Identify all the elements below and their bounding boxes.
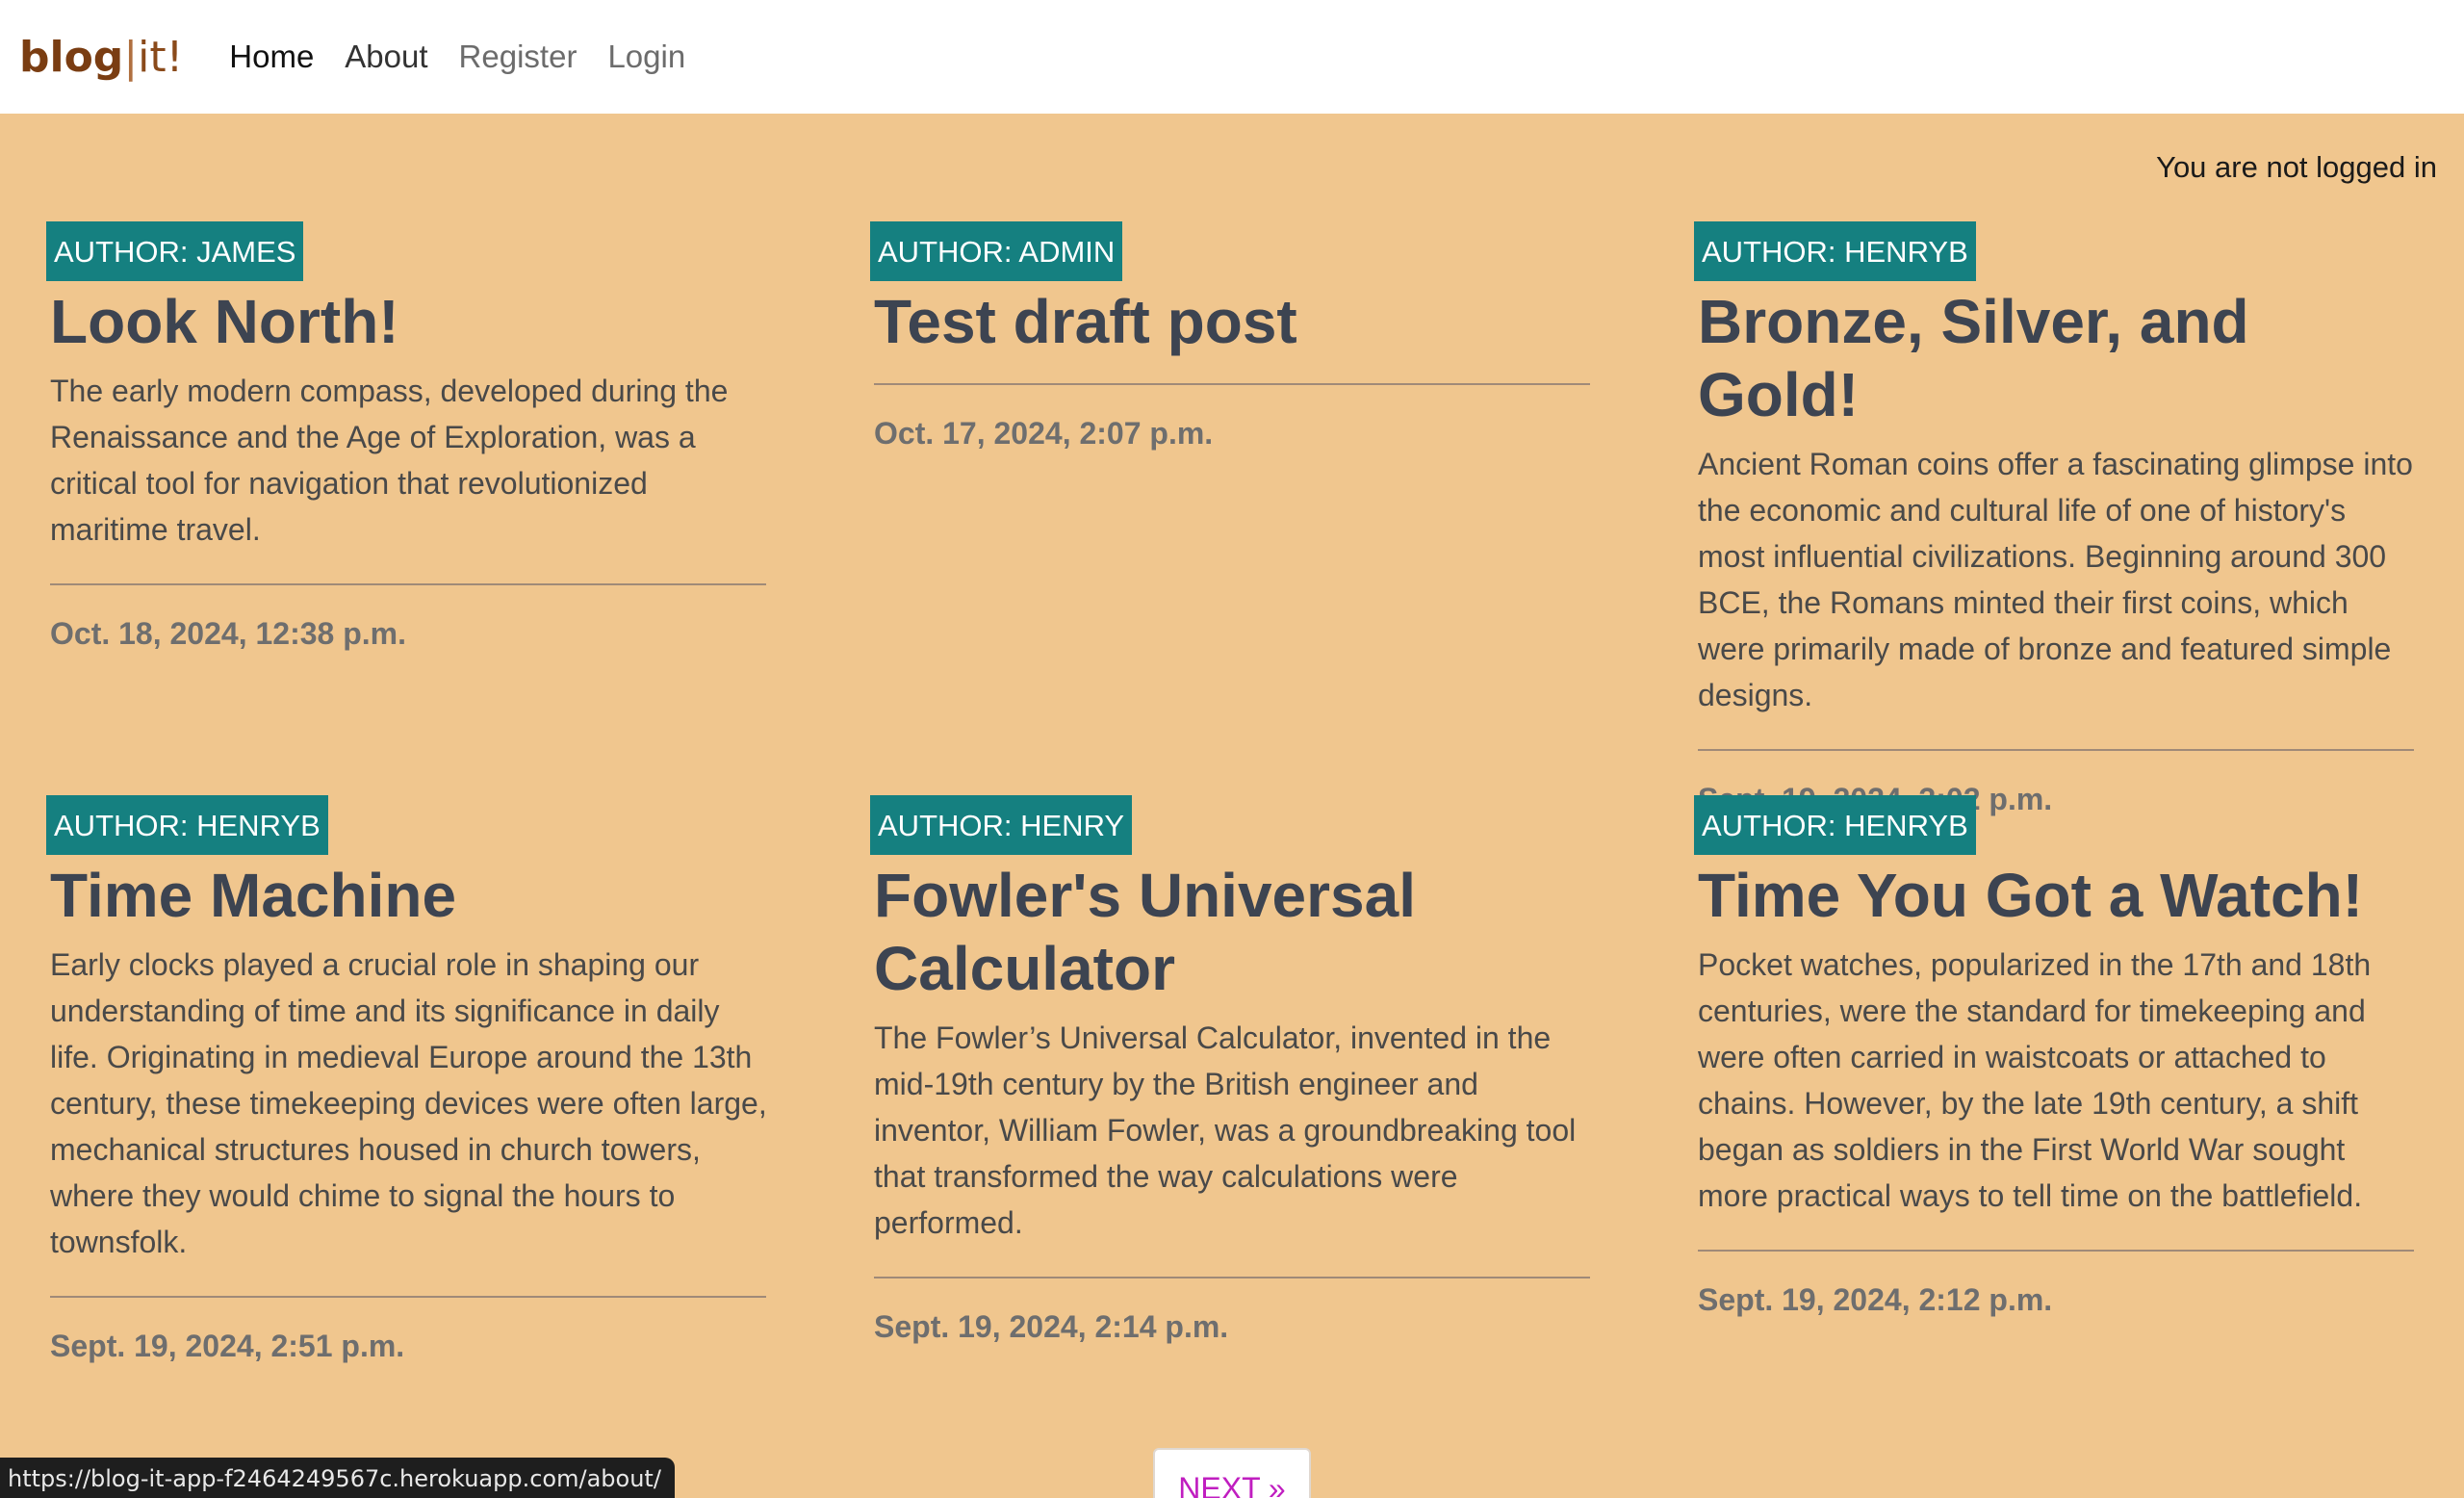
post-divider xyxy=(50,583,766,585)
post-title[interactable]: Time Machine xyxy=(50,859,772,932)
post-title[interactable]: Test draft post xyxy=(874,285,1596,358)
post-title[interactable]: Bronze, Silver, and Gold! xyxy=(1698,285,2420,431)
post-title[interactable]: Time You Got a Watch! xyxy=(1698,859,2420,932)
author-badge: AUTHOR: HENRY xyxy=(870,795,1133,855)
post-title[interactable]: Look North! xyxy=(50,285,772,358)
post-excerpt: The Fowler’s Universal Calculator, inven… xyxy=(874,1020,1577,1240)
nav-about-link[interactable]: About xyxy=(345,39,427,75)
next-page-button[interactable]: NEXT » xyxy=(1153,1448,1311,1498)
nav-login-link[interactable]: Login xyxy=(607,39,685,75)
post-card: AUTHOR: JAMES Look North! The early mode… xyxy=(46,221,772,652)
post-date: Oct. 18, 2024, 12:38 p.m. xyxy=(50,616,406,651)
nav-links: Home About Register Login xyxy=(229,39,716,75)
post-divider xyxy=(874,383,1590,385)
post-card: AUTHOR: HENRYB Time You Got a Watch! Poc… xyxy=(1694,795,2420,1318)
post-date: Sept. 19, 2024, 2:14 p.m. xyxy=(874,1309,1229,1344)
brand-logo[interactable]: blog|it! xyxy=(19,33,183,82)
post-excerpt: Ancient Roman coins offer a fascinating … xyxy=(1698,447,2413,712)
post-divider xyxy=(50,1296,766,1298)
top-navbar: blog|it! Home About Register Login xyxy=(0,0,2464,114)
post-excerpt: Pocket watches, popularized in the 17th … xyxy=(1698,947,2372,1213)
post-excerpt: Early clocks played a crucial role in sh… xyxy=(50,947,767,1259)
nav-register-link[interactable]: Register xyxy=(459,39,578,75)
brand-it: it! xyxy=(138,32,184,82)
post-card: AUTHOR: HENRY Fowler's Universal Calcula… xyxy=(870,795,1596,1345)
author-badge: AUTHOR: HENRYB xyxy=(1694,221,1976,281)
brand-blog: blog xyxy=(19,32,124,82)
post-card: AUTHOR: HENRYB Time Machine Early clocks… xyxy=(46,795,772,1364)
post-date: Sept. 19, 2024, 2:12 p.m. xyxy=(1698,1282,2053,1317)
author-badge: AUTHOR: ADMIN xyxy=(870,221,1123,281)
post-date: Sept. 19, 2024, 2:51 p.m. xyxy=(50,1329,405,1363)
nav-home-link[interactable]: Home xyxy=(229,39,314,75)
author-badge: AUTHOR: JAMES xyxy=(46,221,304,281)
post-excerpt: The early modern compass, developed duri… xyxy=(50,374,729,547)
author-badge: AUTHOR: HENRYB xyxy=(46,795,328,855)
post-date: Oct. 17, 2024, 2:07 p.m. xyxy=(874,416,1214,451)
post-divider xyxy=(1698,1250,2414,1252)
login-status-text: You are not logged in xyxy=(2156,150,2437,184)
status-bar-url: https://blog-it-app-f2464249567c.herokua… xyxy=(0,1458,675,1498)
author-badge: AUTHOR: HENRYB xyxy=(1694,795,1976,855)
post-divider xyxy=(874,1277,1590,1278)
brand-separator: | xyxy=(123,32,139,82)
post-title[interactable]: Fowler's Universal Calculator xyxy=(874,859,1596,1005)
post-card: AUTHOR: ADMIN Test draft post Oct. 17, 2… xyxy=(870,221,1596,452)
post-divider xyxy=(1698,749,2414,751)
post-card: AUTHOR: HENRYB Bronze, Silver, and Gold!… xyxy=(1694,221,2420,817)
